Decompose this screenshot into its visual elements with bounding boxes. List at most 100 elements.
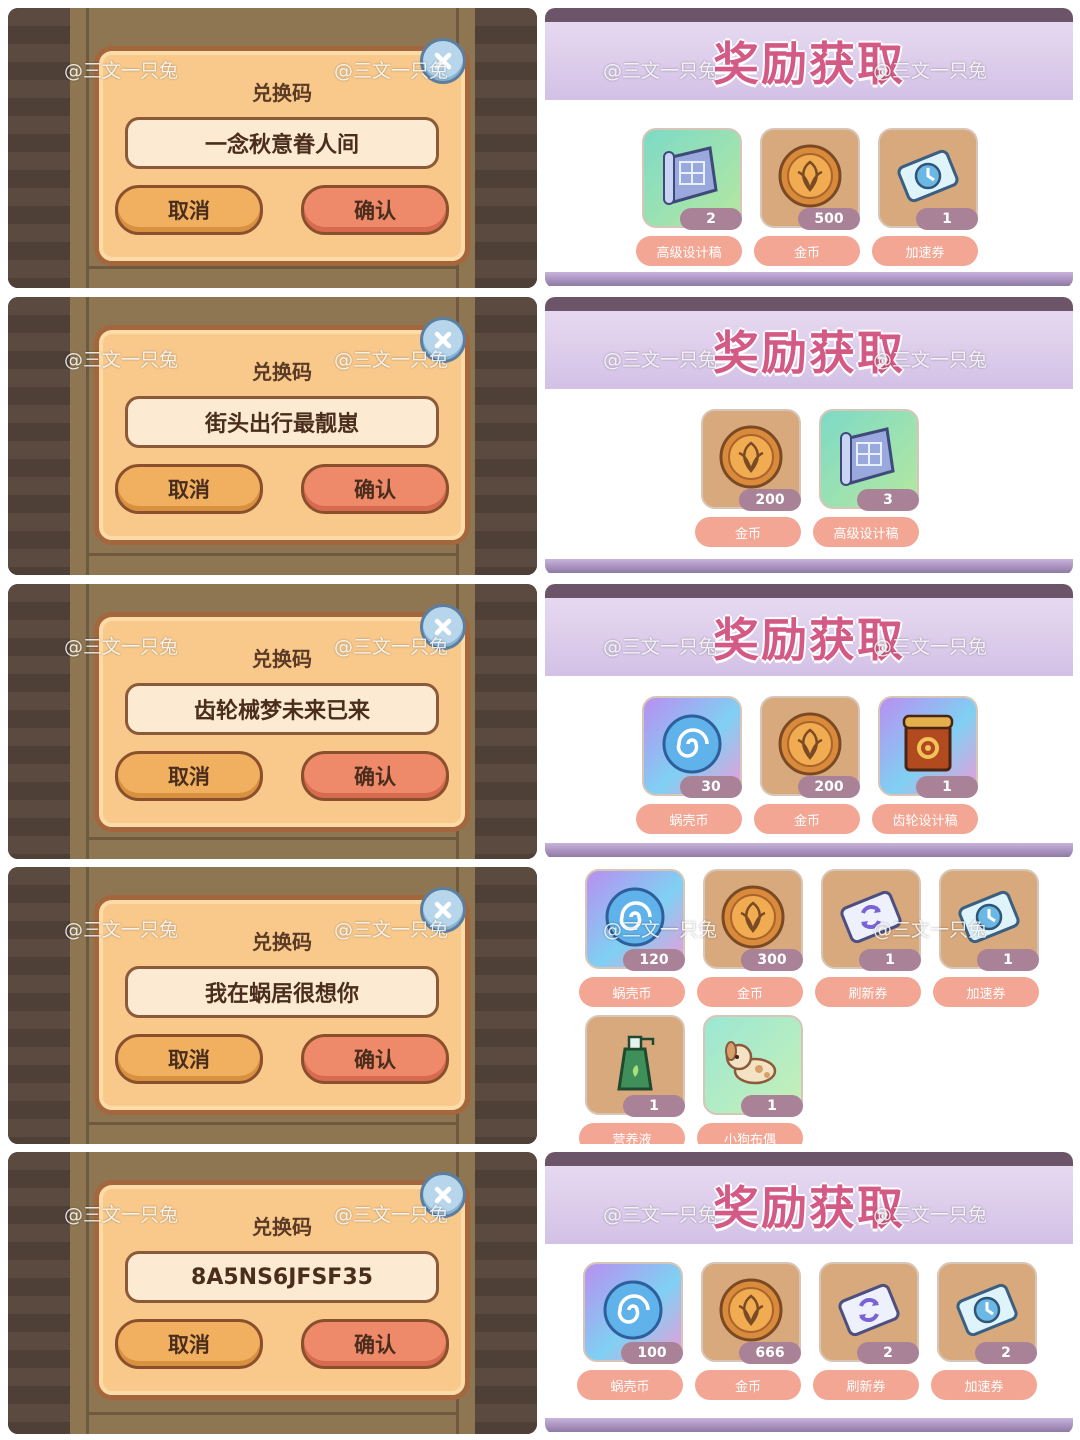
reward-quantity: 1	[977, 949, 1039, 971]
redeem-code-panel: 兑换码 一念秋意眷人间 取消 确认 @三文一只兔 @三文一只兔	[8, 8, 537, 288]
screenshot-row-3: 兑换码 齿轮械梦未来已来 取消 确认 @三文一只兔 @三文一只兔 奖励获取 30 蜗壳币 200 金…	[0, 584, 1080, 859]
reward-quantity: 1	[741, 1095, 803, 1117]
confirm-button[interactable]: 确认	[301, 464, 449, 514]
cancel-button[interactable]: 取消	[115, 1034, 263, 1084]
background-bookshelf-left	[8, 584, 70, 859]
watermark: @三文一只兔	[64, 60, 179, 82]
cancel-button[interactable]: 取消	[115, 185, 263, 235]
watermark: @三文一只兔	[334, 919, 449, 941]
reward-quantity: 2	[680, 208, 742, 230]
reward-quantity: 300	[741, 949, 803, 971]
reward-item: 1 齿轮设计稿	[872, 696, 982, 841]
watermark: @三文一只兔	[603, 1204, 718, 1226]
watermark: @三文一只兔	[334, 60, 449, 82]
reward-quantity: 666	[739, 1342, 801, 1364]
reward-panel: 奖励获取 30 蜗壳币 200 金币 1 齿轮设计稿 @三文一只兔 @三文一只兔	[545, 584, 1073, 859]
watermark: @三文一只兔	[873, 60, 988, 82]
reward-quantity: 100	[621, 1342, 683, 1364]
reward-label: 刷新券	[815, 977, 921, 1007]
reward-label: 蜗壳币	[636, 804, 742, 834]
screenshot-row-2: 兑换码 街头出行最靓崽 取消 确认 @三文一只兔 @三文一只兔 奖励获取 200 金币 3 高级设计…	[0, 297, 1080, 575]
screenshot-row-5: 兑换码 8A5NS6JFSF35 取消 确认 @三文一只兔 @三文一只兔 奖励获取 100 蜗壳…	[0, 1152, 1080, 1434]
background-rail	[88, 1122, 457, 1125]
watermark: @三文一只兔	[64, 636, 179, 658]
reward-label: 高级设计稿	[636, 236, 742, 266]
reward-panel: 奖励获取 100 蜗壳币 666 金币 2 刷新券 2 加速券 @三文一只兔 @三文一只兔	[545, 1152, 1073, 1434]
reward-top-band	[545, 8, 1073, 22]
background-bookshelf-right	[475, 8, 537, 288]
reward-quantity: 200	[739, 489, 801, 511]
reward-label: 高级设计稿	[813, 517, 919, 547]
reward-item: 200 金币	[754, 696, 864, 841]
watermark: @三文一只兔	[603, 919, 718, 941]
reward-label: 金币	[754, 236, 860, 266]
reward-label: 加速券	[931, 1370, 1037, 1400]
reward-quantity: 500	[798, 208, 860, 230]
background-rail	[88, 553, 457, 556]
redeem-code-panel: 兑换码 街头出行最靓崽 取消 确认 @三文一只兔 @三文一只兔	[8, 297, 537, 575]
confirm-button[interactable]: 确认	[301, 1319, 449, 1369]
cancel-button[interactable]: 取消	[115, 1319, 263, 1369]
reward-label: 加速券	[872, 236, 978, 266]
confirm-button[interactable]: 确认	[301, 185, 449, 235]
confirm-button[interactable]: 确认	[301, 1034, 449, 1084]
reward-label: 蜗壳币	[579, 977, 685, 1007]
background-bookshelf-left	[8, 8, 70, 288]
reward-quantity: 2	[857, 1342, 919, 1364]
reward-label: 金币	[754, 804, 860, 834]
reward-top-band	[545, 1152, 1073, 1166]
reward-label: 蜗壳币	[577, 1370, 683, 1400]
reward-item: 3 高级设计稿	[813, 409, 923, 554]
reward-item: 30 蜗壳币	[636, 696, 746, 841]
reward-item: 1 营养液	[579, 1015, 689, 1144]
redeem-code-input[interactable]: 街头出行最靓崽	[125, 396, 439, 448]
watermark: @三文一只兔	[873, 636, 988, 658]
redeem-code-input[interactable]: 8A5NS6JFSF35	[125, 1251, 439, 1303]
redeem-code-panel: 兑换码 我在蜗居很想你 取消 确认 @三文一只兔 @三文一只兔	[8, 867, 537, 1144]
reward-label: 加速券	[933, 977, 1039, 1007]
reward-bottom-band	[545, 843, 1073, 857]
watermark: @三文一只兔	[603, 349, 718, 371]
redeem-code-input[interactable]: 一念秋意眷人间	[125, 117, 439, 169]
reward-bottom-band	[545, 559, 1073, 573]
watermark: @三文一只兔	[334, 1204, 449, 1226]
reward-bottom-band	[545, 1418, 1073, 1432]
reward-item: 500 金币	[754, 128, 864, 273]
reward-quantity: 3	[857, 489, 919, 511]
background-bookshelf-right	[475, 297, 537, 575]
watermark: @三文一只兔	[873, 1204, 988, 1226]
reward-panel: 120 蜗壳币 300 金币 1 刷新券 1 加速券 1 营养液 1 小狗布偶 @三文一只兔 @三文一只兔	[545, 867, 1073, 1144]
cancel-button[interactable]: 取消	[115, 464, 263, 514]
redeem-code-input[interactable]: 我在蜗居很想你	[125, 966, 439, 1018]
reward-label: 金币	[695, 1370, 801, 1400]
reward-item: 2 刷新券	[813, 1262, 923, 1407]
reward-label: 刷新券	[813, 1370, 919, 1400]
reward-quantity: 200	[798, 776, 860, 798]
confirm-button[interactable]: 确认	[301, 751, 449, 801]
background-bookshelf-right	[475, 867, 537, 1144]
reward-label: 齿轮设计稿	[872, 804, 978, 834]
reward-quantity: 1	[916, 208, 978, 230]
redeem-code-input[interactable]: 齿轮械梦未来已来	[125, 683, 439, 735]
watermark: @三文一只兔	[64, 919, 179, 941]
background-bookshelf-left	[8, 297, 70, 575]
reward-item: 1 加速券	[872, 128, 982, 273]
background-bookshelf-left	[8, 1152, 70, 1434]
background-rail	[88, 266, 457, 269]
cancel-button[interactable]: 取消	[115, 751, 263, 801]
watermark: @三文一只兔	[334, 349, 449, 371]
reward-item: 200 金币	[695, 409, 805, 554]
reward-item: 2 高级设计稿	[636, 128, 746, 273]
reward-quantity: 2	[975, 1342, 1037, 1364]
watermark: @三文一只兔	[64, 1204, 179, 1226]
background-bookshelf-right	[475, 584, 537, 859]
reward-label: 金币	[697, 977, 803, 1007]
background-rail	[88, 1412, 457, 1415]
watermark: @三文一只兔	[873, 919, 988, 941]
reward-item: 1 小狗布偶	[697, 1015, 807, 1144]
watermark: @三文一只兔	[603, 60, 718, 82]
reward-panel: 奖励获取 200 金币 3 高级设计稿 @三文一只兔 @三文一只兔	[545, 297, 1073, 575]
redeem-code-panel: 兑换码 8A5NS6JFSF35 取消 确认 @三文一只兔 @三文一只兔	[8, 1152, 537, 1434]
watermark: @三文一只兔	[64, 349, 179, 371]
watermark: @三文一只兔	[873, 349, 988, 371]
